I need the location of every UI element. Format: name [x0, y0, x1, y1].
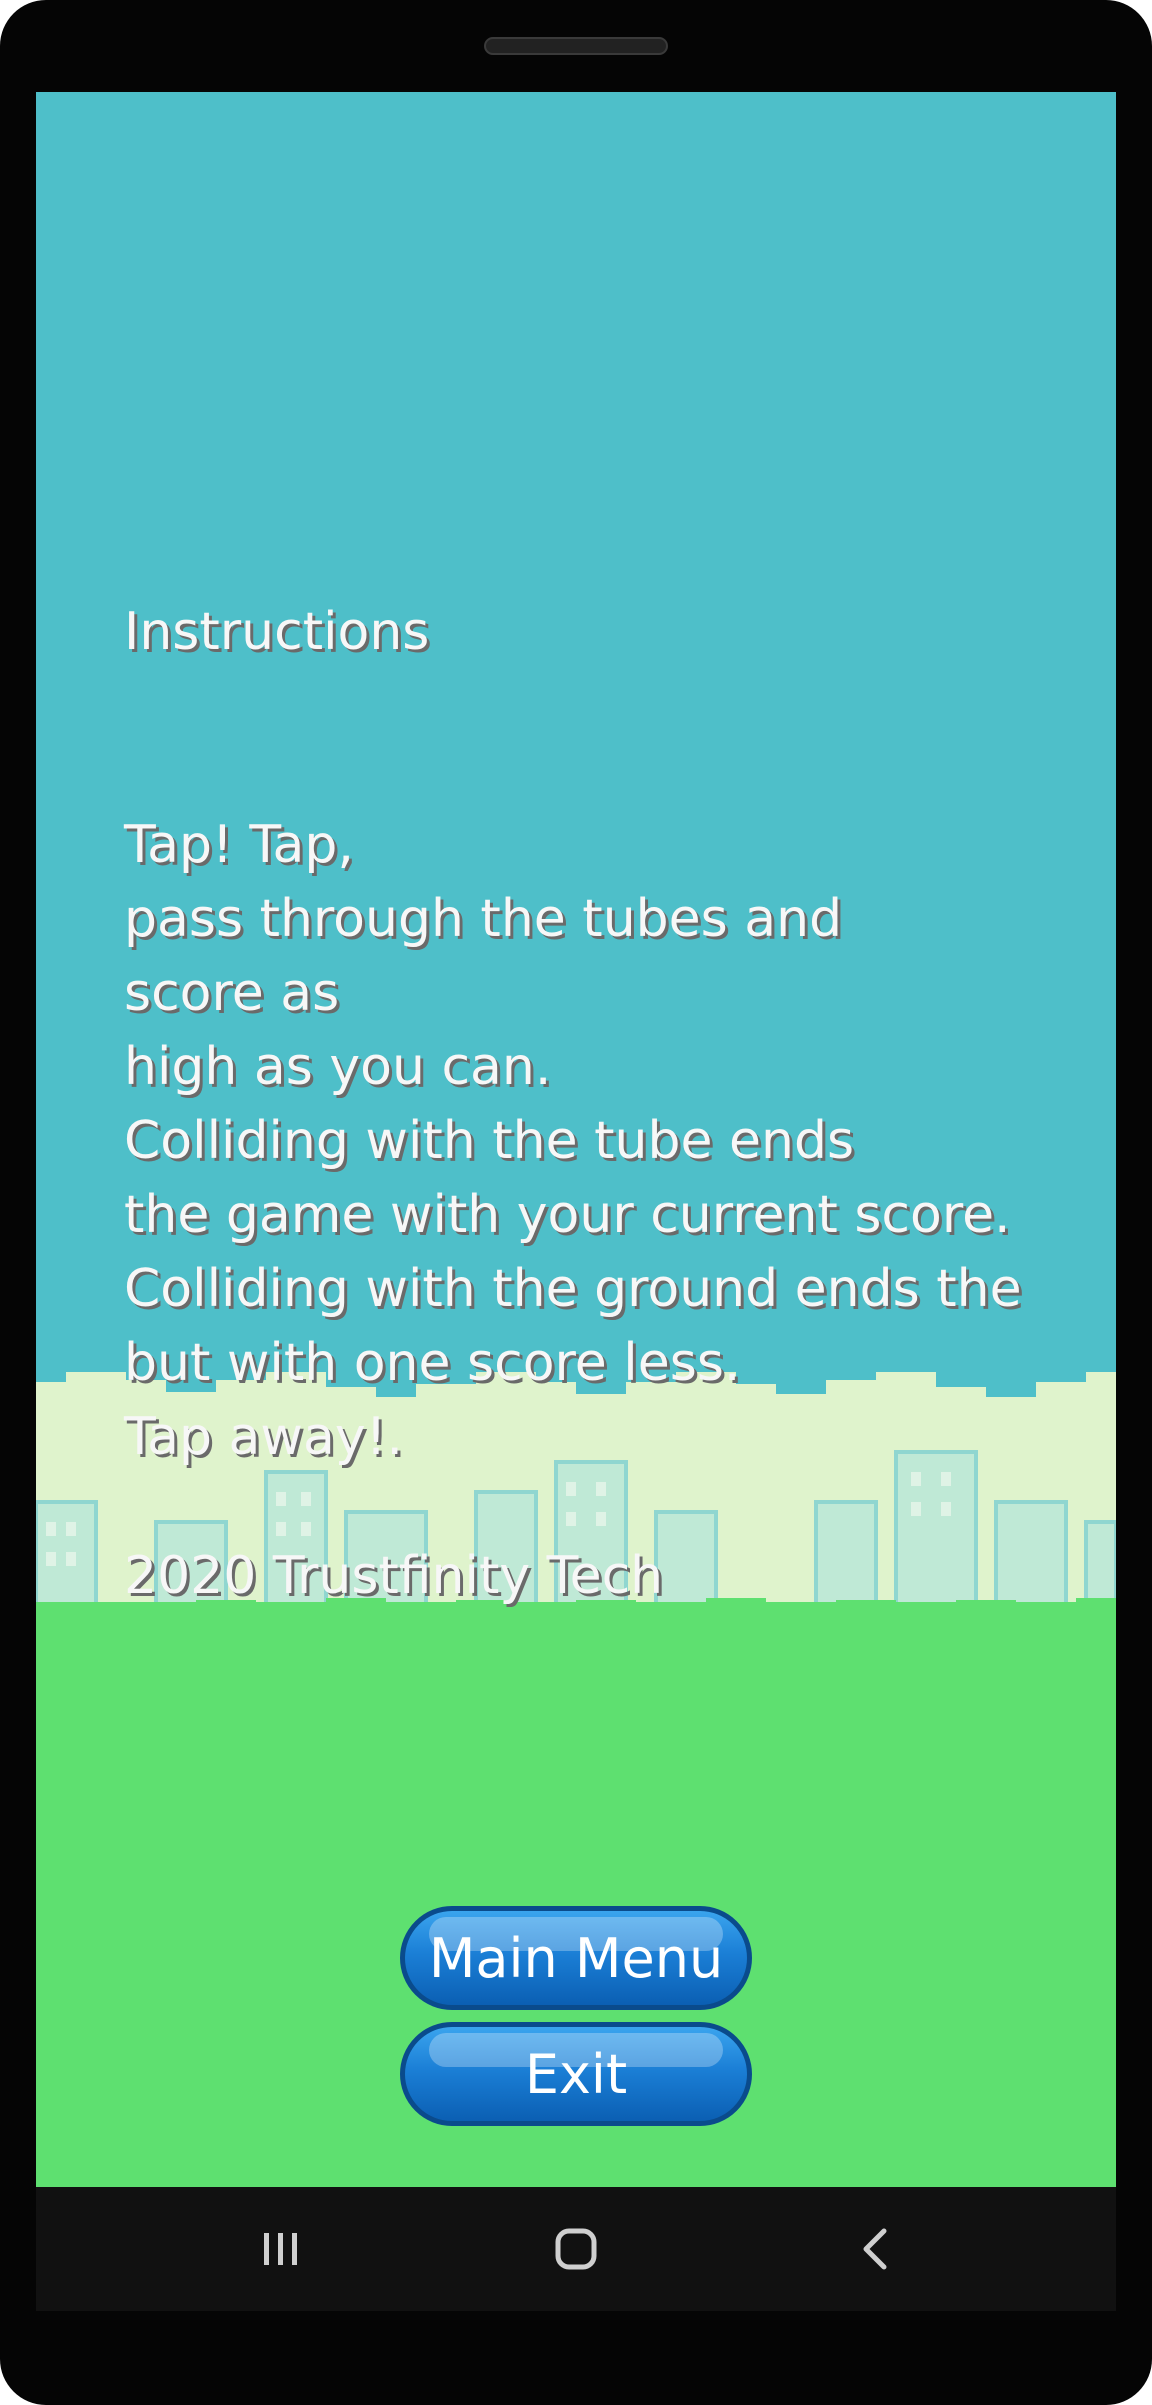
- copyright-text: 2020 Trustfinity Tech: [124, 1546, 664, 1606]
- instruction-line: score as: [124, 963, 340, 1023]
- phone-frame: Instructions Tap! Tap, pass through the …: [0, 0, 1152, 2405]
- game-screen: Instructions Tap! Tap, pass through the …: [36, 92, 1116, 2187]
- instruction-line: pass through the tubes and: [124, 889, 843, 949]
- android-navigation-bar: [36, 2187, 1116, 2311]
- instruction-line: Tap! Tap,: [124, 815, 354, 875]
- instruction-line: Colliding with the ground ends the: [124, 1259, 1022, 1319]
- recents-icon[interactable]: [254, 2223, 306, 2275]
- instructions-text: Tap! Tap, pass through the tubes and sco…: [124, 808, 1022, 1474]
- instruction-line: Colliding with the tube ends: [124, 1111, 855, 1171]
- main-menu-button[interactable]: Main Menu: [400, 1906, 752, 2010]
- speaker-grille: [484, 37, 668, 55]
- exit-label: Exit: [524, 2042, 628, 2106]
- main-menu-label: Main Menu: [428, 1926, 724, 1990]
- instruction-line: Tap away!.: [124, 1407, 403, 1467]
- home-icon[interactable]: [550, 2223, 602, 2275]
- instructions-title: Instructions: [124, 602, 430, 662]
- back-icon[interactable]: [850, 2223, 902, 2275]
- instruction-line: the game with your current score.: [124, 1185, 1011, 1245]
- instruction-line: high as you can.: [124, 1037, 552, 1097]
- exit-button[interactable]: Exit: [400, 2022, 752, 2126]
- instruction-line: but with one score less.: [124, 1333, 741, 1393]
